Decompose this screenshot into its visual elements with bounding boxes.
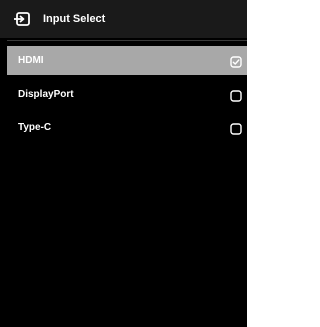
page-title: Input Select: [43, 13, 106, 25]
input-source-icon: [14, 12, 30, 26]
unchecked-checkbox-icon[interactable]: [230, 89, 242, 102]
option-label: DisplayPort: [18, 89, 74, 100]
checked-checkbox-icon[interactable]: [230, 55, 242, 68]
option-displayport[interactable]: DisplayPort: [7, 80, 247, 109]
option-label: HDMI: [18, 55, 44, 66]
osd-menu: Input Select HDMI DisplayPort Type-C: [0, 0, 247, 327]
option-type-c[interactable]: Type-C: [7, 113, 247, 142]
header-divider: [7, 40, 247, 41]
option-hdmi[interactable]: HDMI: [7, 46, 247, 75]
option-label: Type-C: [18, 122, 52, 133]
menu-header: Input Select: [0, 0, 247, 38]
unchecked-checkbox-icon[interactable]: [230, 122, 242, 135]
